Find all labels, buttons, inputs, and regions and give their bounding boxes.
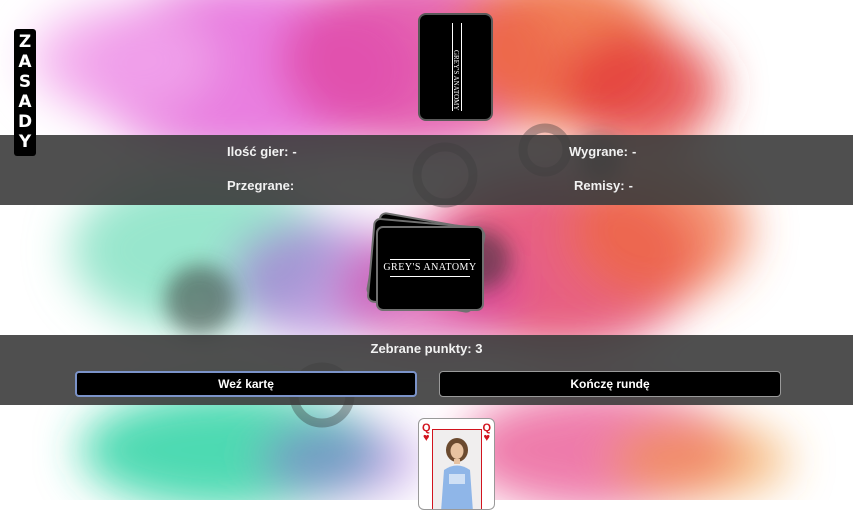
rules-letter: A <box>18 92 32 113</box>
deck-line-bottom <box>390 276 470 277</box>
card-corner-top-right: Q ♥ <box>482 423 491 444</box>
draws-value: - <box>628 178 633 193</box>
games-value: - <box>292 144 297 159</box>
games-label: Ilość gier: <box>227 144 289 159</box>
losses-count: Przegrane: <box>227 178 294 193</box>
games-count: Ilość gier: - <box>227 144 297 159</box>
action-panel: Zebrane punkty: 3 Weź kartę Kończę rundę <box>0 335 853 405</box>
queen-portrait-image <box>432 429 482 509</box>
wins-label: Wygrane: <box>569 144 628 159</box>
take-card-button[interactable]: Weź kartę <box>75 371 417 397</box>
wins-count: Wygrane: - <box>569 144 636 159</box>
points-display: Zebrane punkty: 3 <box>0 341 853 356</box>
draws-label: Remisy: <box>574 178 625 193</box>
opponent-card: GREY'S ANATOMY <box>418 13 493 121</box>
points-value: 3 <box>475 341 483 356</box>
rules-letter: Z <box>18 31 32 52</box>
end-round-button[interactable]: Kończę rundę <box>439 371 781 397</box>
heart-suit-icon: ♥ <box>483 432 490 444</box>
losses-label: Przegrane: <box>227 178 295 193</box>
card-corner-top-left: Q ♥ <box>422 423 431 444</box>
rules-letter: A <box>18 51 32 72</box>
rules-tab[interactable]: Z A S A D Y <box>14 29 36 156</box>
rules-letter: D <box>17 112 33 133</box>
deck-card-top: GREY'S ANATOMY <box>376 226 484 311</box>
rules-letter: S <box>18 71 32 92</box>
draws-count: Remisy: - <box>574 178 633 193</box>
rules-letter: Y <box>18 132 32 153</box>
player-card: Q ♥ Q ♥ <box>418 418 495 510</box>
deck-title: GREY'S ANATOMY <box>383 262 477 273</box>
wins-value: - <box>632 144 637 159</box>
stats-panel: Ilość gier: - Wygrane: - Przegrane: Remisy… <box>0 135 853 205</box>
card-deck[interactable]: GREY'S ANATOMY <box>365 211 496 326</box>
opponent-card-title: GREY'S ANATOMY <box>452 50 460 111</box>
points-label: Zebrane punkty: <box>370 341 472 356</box>
heart-suit-icon: ♥ <box>423 432 430 444</box>
deck-line-top <box>390 259 470 260</box>
